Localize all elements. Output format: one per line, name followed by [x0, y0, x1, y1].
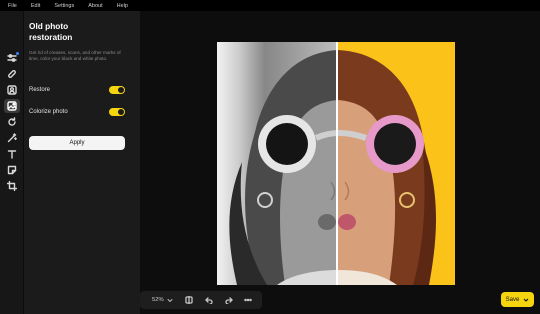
compare-icon: [185, 296, 193, 304]
redo-icon: [224, 297, 233, 304]
apply-button[interactable]: Apply: [29, 136, 125, 150]
colorize-label: Colorize photo: [29, 109, 68, 115]
restore-label: Restore: [29, 87, 51, 93]
portrait-icon: [7, 85, 17, 95]
menu-settings[interactable]: Settings: [54, 3, 74, 9]
zoom-value: 52%: [152, 297, 164, 303]
redo-button[interactable]: [219, 293, 239, 307]
menu-help[interactable]: Help: [117, 3, 128, 9]
bottom-toolbar: 52%: [140, 291, 262, 309]
tool-sticker[interactable]: [4, 163, 20, 177]
magic-wand-icon: [7, 133, 17, 143]
undo-button[interactable]: [199, 293, 219, 307]
before-after-image[interactable]: [217, 42, 455, 285]
more-icon: [244, 298, 252, 302]
menu-about[interactable]: About: [88, 3, 102, 9]
tool-healing[interactable]: [4, 67, 20, 81]
tool-photo-restoration[interactable]: [4, 99, 20, 113]
more-button[interactable]: [238, 293, 258, 307]
chevron-down-icon: [523, 298, 529, 302]
menu-bar: File Edit Settings About Help: [0, 0, 540, 11]
chevron-down-icon: [167, 298, 173, 303]
save-button[interactable]: Save: [501, 292, 534, 307]
bandage-icon: [8, 70, 16, 78]
zoom-select[interactable]: 52%: [152, 297, 179, 303]
restore-toggle[interactable]: [109, 86, 125, 94]
colorize-toggle[interactable]: [109, 108, 125, 116]
undo-icon: [205, 297, 213, 304]
tool-text[interactable]: [4, 147, 20, 161]
tool-adjust[interactable]: [4, 51, 20, 65]
panel-description: Get rid of creases, scans, and other mar…: [29, 50, 121, 62]
menu-edit[interactable]: Edit: [31, 3, 40, 9]
tool-portrait[interactable]: [4, 83, 20, 97]
crop-icon: [7, 181, 17, 191]
rotate-icon: [8, 117, 16, 126]
tool-rail: [0, 11, 24, 314]
new-badge: [16, 52, 19, 55]
save-label: Save: [505, 296, 520, 303]
text-icon: [7, 150, 17, 159]
tool-rotate[interactable]: [4, 115, 20, 129]
tool-magic[interactable]: [4, 131, 20, 145]
panel-title: Old photo restoration: [29, 21, 73, 42]
photo-restoration-icon: [7, 101, 17, 111]
compare-button[interactable]: [179, 293, 199, 307]
tool-crop[interactable]: [4, 179, 20, 193]
restore-toggle-row: Restore: [29, 85, 125, 95]
compare-slider[interactable]: [336, 42, 338, 285]
sticker-icon: [7, 165, 17, 175]
colorize-toggle-row: Colorize photo: [29, 107, 125, 117]
canvas-area: 52% Save: [140, 11, 540, 314]
menu-file[interactable]: File: [8, 3, 17, 9]
tool-panel: Old photo restoration Get rid of creases…: [24, 11, 140, 314]
